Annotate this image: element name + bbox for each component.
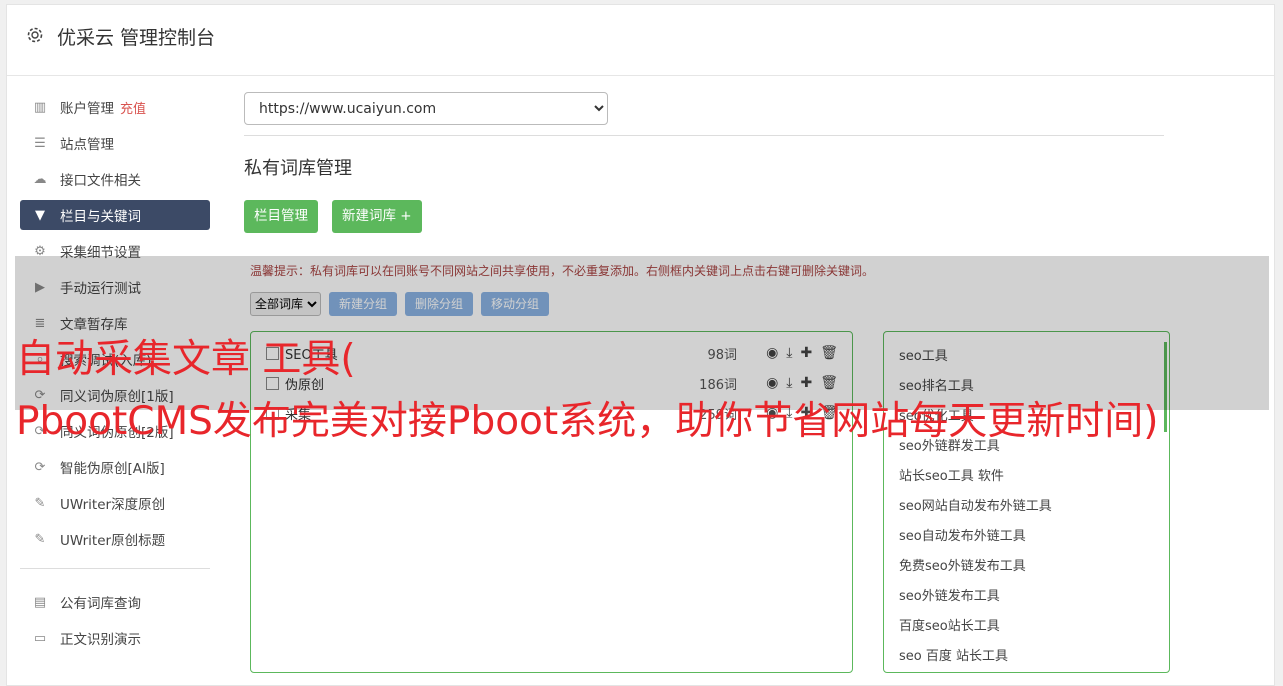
overlay-band xyxy=(15,256,1269,410)
sidebar-item-sites[interactable]: ☰ 站点管理 xyxy=(20,128,210,158)
sidebar-item-label: UWriter原创标题 xyxy=(60,533,166,549)
cloud-upload-icon: ☁ xyxy=(33,171,47,187)
overlay-title-line1: 自动采集文章 工具( xyxy=(16,337,356,382)
book-icon: ▤ xyxy=(33,594,47,610)
keyword-item[interactable]: seo网站自动发布外链工具 xyxy=(884,492,1169,522)
sidebar-item-public-lexicon[interactable]: ▤ 公有词库查询 xyxy=(20,587,210,617)
sidebar-item-label: 栏目与关键词 xyxy=(60,209,141,225)
divider xyxy=(244,135,1164,136)
sidebar-item-label: 正文识别演示 xyxy=(60,632,141,648)
filter-icon: ▼ xyxy=(35,207,45,223)
server-icon: ☰ xyxy=(34,135,46,151)
edit-icon: ✎ xyxy=(34,495,46,511)
keyword-item[interactable]: seo 百度 站长工具 xyxy=(884,642,1169,672)
sidebar-item-interface[interactable]: ☁ 接口文件相关 xyxy=(20,164,210,194)
sidebar-item-text-recognition[interactable]: ▭ 正文识别演示 xyxy=(20,623,210,653)
action-buttons: 栏目管理 新建词库 + xyxy=(244,200,1164,233)
gear-icon xyxy=(27,27,43,43)
bar-chart-icon: ▥ xyxy=(33,99,47,115)
sidebar-item-label: 智能伪原创[AI版] xyxy=(60,461,165,477)
refresh-icon: ⟳ xyxy=(34,459,46,475)
sidebar-item-columns-keywords[interactable]: ▼ 栏目与关键词 xyxy=(20,200,210,230)
monitor-icon: ▭ xyxy=(33,630,47,646)
site-select[interactable]: https://www.ucaiyun.com xyxy=(244,92,608,125)
sidebar-item-uwriter-title[interactable]: ✎ UWriter原创标题 xyxy=(20,524,210,554)
sidebar-item-label: 公有词库查询 xyxy=(60,596,141,612)
sidebar-divider xyxy=(20,568,210,569)
overlay-title-line2: PbootCMS发布完美对接Pboot系统，助你节省网站每天更新时间) xyxy=(16,399,1159,444)
sidebar-item-ai-rewrite[interactable]: ⟳ 智能伪原创[AI版] xyxy=(20,452,210,482)
edit-icon: ✎ xyxy=(34,531,46,547)
new-lexicon-button[interactable]: 新建词库 + xyxy=(332,200,422,233)
sidebar-item-label: UWriter深度原创 xyxy=(60,497,166,513)
keyword-item[interactable]: seo自动发布外链工具 xyxy=(884,522,1169,552)
main-content: https://www.ucaiyun.com 私有词库管理 栏目管理 新建词库… xyxy=(244,92,1164,233)
sidebar-item-label: 接口文件相关 xyxy=(60,173,141,189)
keyword-item[interactable]: 站长seo工具 软件 xyxy=(884,462,1169,492)
keyword-item[interactable]: seo外链发布工具 xyxy=(884,582,1169,612)
page-title: 私有词库管理 xyxy=(244,158,352,179)
keyword-item[interactable]: 免费seo外链发布工具 xyxy=(884,552,1169,582)
app-title: 优采云 管理控制台 xyxy=(57,27,216,49)
sidebar-item-uwriter-deep[interactable]: ✎ UWriter深度原创 xyxy=(20,488,210,518)
top-bar: 优采云 管理控制台 xyxy=(7,5,1274,76)
category-manage-button[interactable]: 栏目管理 xyxy=(244,200,318,233)
keyword-item[interactable]: 百度seo站长工具 xyxy=(884,612,1169,642)
sidebar-item-label: 账户管理 xyxy=(60,101,114,117)
recharge-link[interactable]: 充值 xyxy=(120,98,146,117)
sidebar-item-label: 站点管理 xyxy=(60,137,114,153)
sidebar-item-account[interactable]: ▥ 账户管理 充值 xyxy=(20,92,210,122)
